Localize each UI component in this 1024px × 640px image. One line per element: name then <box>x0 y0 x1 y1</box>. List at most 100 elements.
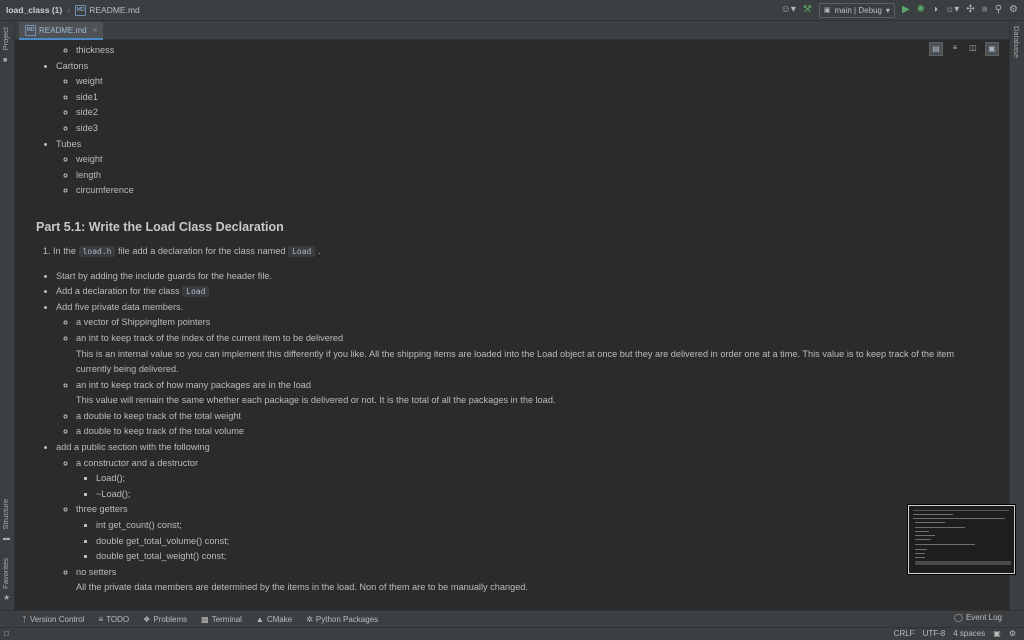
breadcrumb-file[interactable]: README.md <box>89 5 140 15</box>
list-item: an int to keep track of the index of the… <box>76 331 986 378</box>
tool-tab-favorites[interactable]: Favorites <box>1 558 10 589</box>
preview-only-icon[interactable]: ▣ <box>985 42 999 56</box>
chevron-down-icon: ▾ <box>885 5 890 15</box>
breadcrumb-separator: › <box>67 5 71 15</box>
list-item: a double to keep track of the total volu… <box>76 424 986 440</box>
list-item-public-section: add a public section with the following … <box>56 440 986 596</box>
list-item-note: This is an internal value so you can imp… <box>76 348 955 375</box>
left-tool-strip: Project ■ Structure ▬ Favorites ★ <box>0 21 15 619</box>
step-text: In the <box>53 245 76 256</box>
list-item: side1 <box>76 90 986 106</box>
line-separator[interactable]: CRLF <box>894 629 915 638</box>
attach-icon[interactable]: ✣ <box>966 2 974 18</box>
preview-thumbnail[interactable] <box>908 505 1015 574</box>
tool-problems[interactable]: ❖ Problems <box>143 615 187 624</box>
list-item-label: Add five private data members. <box>56 301 184 312</box>
terminal-icon: ▩ <box>201 614 209 624</box>
indent-setting[interactable]: 4 spaces <box>953 629 985 638</box>
run-config-label: main | Debug <box>834 5 882 15</box>
file-encoding[interactable]: UTF-8 <box>923 629 946 638</box>
markdown-file-icon: MD <box>75 4 87 16</box>
list-item: side3 <box>76 121 986 137</box>
tool-tab-database[interactable]: Database <box>1012 26 1021 58</box>
inline-code: load.h <box>78 245 116 257</box>
list-item-label: Tubes <box>56 138 82 149</box>
step-item: In the load.h file add a declaration for… <box>53 244 986 260</box>
run-configuration-select[interactable]: ▣ main | Debug ▾ <box>818 2 895 18</box>
tool-tab-structure[interactable]: Structure <box>1 499 10 529</box>
list-item: a double to keep track of the total weig… <box>76 409 986 425</box>
search-icon[interactable]: ⚲ <box>995 2 1002 18</box>
list-item-label: no setters <box>76 566 117 577</box>
structure-icon: ▬ <box>3 535 10 542</box>
lock-icon[interactable]: ▣ <box>993 629 1001 638</box>
coverage-icon[interactable]: ◑ <box>932 2 938 18</box>
breadcrumb-project[interactable]: load_class (1) <box>6 5 62 15</box>
list-item: three getters int get_count() const; dou… <box>76 502 986 564</box>
list-item-label: Cartons <box>56 60 89 71</box>
folder-icon: ■ <box>3 57 8 64</box>
list-item: side2 <box>76 105 986 121</box>
list-item: Start by adding the include guards for t… <box>56 269 986 285</box>
list-item-label: an int to keep track of how many package… <box>76 379 311 390</box>
list-item: no setters All the private data members … <box>76 565 986 596</box>
python-icon: ✲ <box>306 614 313 624</box>
list-icon: ≡ <box>98 614 104 624</box>
list-item: double get_total_volume() const; <box>96 534 986 550</box>
list-item: ~Load(); <box>96 487 986 503</box>
debug-icon[interactable]: ✺ <box>917 2 925 18</box>
document-body: thickness Cartons weight side1 side2 sid… <box>36 45 986 596</box>
list-item: circumference <box>76 183 986 199</box>
tool-cmake[interactable]: ▲ CMake <box>256 615 292 624</box>
tool-label: Problems <box>153 614 188 624</box>
markdown-file-icon: MD <box>25 24 36 36</box>
title-bar: load_class (1) › MD README.md ☺▾ ⚒ ▣ mai… <box>0 0 1024 21</box>
markdown-preview[interactable]: ▤ ≡ ◫ ▣ thickness Cartons weight side1 s… <box>15 40 1009 610</box>
notifications-icon[interactable]: ⚙ <box>1009 629 1016 638</box>
tool-event-log[interactable]: ◯ Event Log <box>954 613 1002 622</box>
tool-label: TODO <box>106 614 130 624</box>
tab-readme[interactable]: MD README.md × <box>19 22 104 40</box>
list-item: length <box>76 168 986 184</box>
profile-icon[interactable]: ☼▾ <box>945 2 959 18</box>
list-item: weight <box>76 74 986 90</box>
list-item: Load(); <box>96 471 986 487</box>
main-toolbar: ☺▾ ⚒ ▣ main | Debug ▾ ▶ ✺ ◑ ☼▾ ✣ ■ ⚲ ⚙ <box>781 2 1018 18</box>
list-item: int get_count() const; <box>96 518 986 534</box>
event-log-icon: ◯ <box>954 613 963 622</box>
list-item-note: All the private data members are determi… <box>76 582 528 593</box>
layout-icon[interactable]: □ <box>4 629 9 638</box>
branch-icon: ᛉ <box>22 614 27 624</box>
list-item: double get_total_weight() const; <box>96 549 986 565</box>
section-heading: Part 5.1: Write the Load Class Declarati… <box>36 219 284 234</box>
list-item-note: This value will remain the same whether … <box>76 395 556 406</box>
info-icon: ❖ <box>143 614 151 624</box>
user-icon[interactable]: ☺▾ <box>781 2 796 18</box>
tool-todo[interactable]: ≡ TODO <box>99 615 130 624</box>
hammer-icon[interactable]: ⚒ <box>803 2 812 18</box>
stop-icon[interactable]: ■ <box>982 2 988 18</box>
run-icon[interactable]: ▶ <box>902 2 910 18</box>
list-item: Add a declaration for the class Load <box>56 284 986 300</box>
list-item-tubes: Tubes weight length circumference <box>56 137 986 199</box>
list-item: a vector of ShippingItem pointers <box>76 315 986 331</box>
star-icon: ★ <box>3 593 11 602</box>
list-item: an int to keep track of how many package… <box>76 378 986 409</box>
tool-python-packages[interactable]: ✲ Python Packages <box>306 615 378 624</box>
cmake-icon: ▲ <box>255 614 264 624</box>
list-item-cartons: Cartons weight side1 side2 side3 <box>56 59 986 137</box>
list-item: a constructor and a destructor Load(); ~… <box>76 456 986 503</box>
list-item-label: Add a declaration for the class <box>56 286 180 297</box>
tool-tab-project[interactable]: Project <box>1 27 10 50</box>
list-item-private-members: Add five private data members. a vector … <box>56 300 986 440</box>
list-item-label: add a public section with the following <box>56 442 210 453</box>
list-item-label: three getters <box>76 504 128 515</box>
tool-terminal[interactable]: ▩ Terminal <box>201 615 242 624</box>
run-config-icon: ▣ <box>823 7 831 14</box>
step-text: file add a declaration for the class nam… <box>118 245 286 256</box>
tool-label: Event Log <box>965 613 1002 622</box>
status-bar: □ CRLF UTF-8 4 spaces ▣ ⚙ <box>0 627 1024 640</box>
close-icon[interactable]: × <box>93 26 98 35</box>
gear-icon[interactable]: ⚙ <box>1009 2 1018 18</box>
tool-version-control[interactable]: ᛉ Version Control <box>22 615 85 624</box>
